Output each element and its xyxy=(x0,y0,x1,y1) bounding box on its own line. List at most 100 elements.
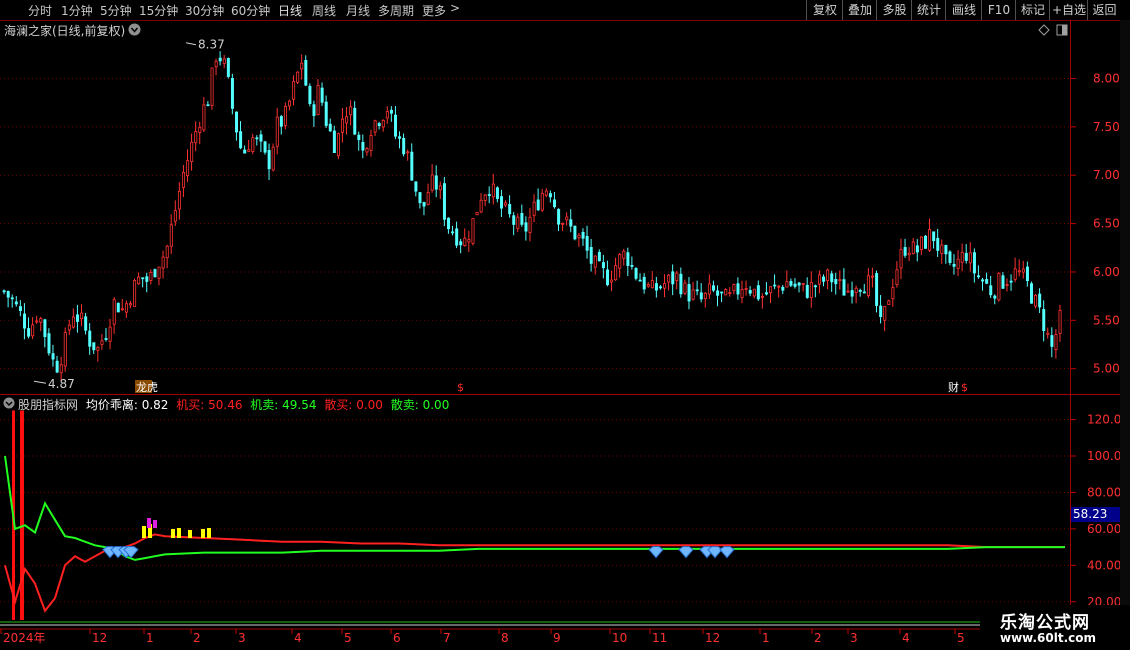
period-tab-daily[interactable]: 日线 xyxy=(278,2,302,19)
period-tab[interactable]: 60分钟 xyxy=(231,2,270,19)
candle-body xyxy=(35,320,39,323)
candle-body xyxy=(80,312,84,320)
current-value-box: 58.23 xyxy=(1071,507,1122,522)
high-pointer xyxy=(185,42,197,46)
toolbar-button[interactable]: 画线 xyxy=(945,0,982,20)
candle-body xyxy=(475,211,479,216)
candle-body xyxy=(145,276,149,282)
toolbar-button[interactable]: F10 xyxy=(981,0,1016,20)
indicator-line xyxy=(4,533,1065,613)
toolbar-button[interactable]: +自选 xyxy=(1049,0,1088,20)
period-tab[interactable]: 周线 xyxy=(312,2,336,19)
candle-body xyxy=(202,104,206,131)
candle-body xyxy=(573,225,577,240)
candle-body xyxy=(141,277,145,280)
candle-body xyxy=(720,291,724,294)
candle-body xyxy=(210,67,214,106)
candle-body xyxy=(883,306,887,321)
candle-body xyxy=(891,287,895,300)
period-tab[interactable]: 5分钟 xyxy=(100,2,132,19)
candle-body xyxy=(936,237,940,251)
candle-body xyxy=(977,275,981,278)
candle-body xyxy=(740,289,744,298)
candle-body xyxy=(606,269,610,286)
period-tab[interactable]: 多周期 xyxy=(378,2,414,19)
candle-body xyxy=(267,150,271,170)
candle-body xyxy=(6,291,10,298)
candle-body xyxy=(622,250,626,259)
candle-body xyxy=(483,194,487,201)
candle-body xyxy=(650,280,654,289)
toolbar-button[interactable]: 返回 xyxy=(1087,0,1121,20)
candle-body xyxy=(455,228,459,246)
signal-bar xyxy=(207,528,211,539)
toolbar-button[interactable]: 叠加 xyxy=(842,0,877,20)
candle-body xyxy=(553,199,557,208)
low-label: 4.87 xyxy=(48,377,75,391)
candle-body xyxy=(528,216,532,234)
period-tab[interactable]: 分时 xyxy=(28,2,52,19)
candle-body xyxy=(459,241,463,246)
period-tab[interactable]: 30分钟 xyxy=(185,2,224,19)
date-tick-label: 1 xyxy=(762,631,770,645)
toolbar-button[interactable]: 多股 xyxy=(876,0,912,20)
candle-body xyxy=(561,222,565,225)
candle-body xyxy=(614,265,618,281)
candle-body xyxy=(781,286,785,291)
candle-body xyxy=(394,114,398,137)
candle-body xyxy=(186,160,190,177)
candle-body xyxy=(1046,332,1050,335)
price-tick-label: 5.00 xyxy=(1093,362,1120,376)
toolbar-button[interactable]: 复权 xyxy=(806,0,843,20)
period-tab-more[interactable]: 更多 xyxy=(422,2,446,19)
candle-body xyxy=(687,284,691,302)
toolbar-button[interactable]: 统计 xyxy=(911,0,946,20)
candle-body xyxy=(801,283,805,285)
toolbar-button[interactable]: 标记 xyxy=(1015,0,1050,20)
candle-body xyxy=(854,287,858,293)
candlestick-chart[interactable]: 8.374.87 龙虎 $ 财 $ xyxy=(0,20,1070,395)
period-tab[interactable]: 1分钟 xyxy=(61,2,93,19)
candle-body xyxy=(744,288,748,290)
period-tab[interactable]: 15分钟 xyxy=(139,2,178,19)
candle-body xyxy=(112,299,116,325)
candle-body xyxy=(308,85,312,104)
chevron-right-icon[interactable]: > xyxy=(450,1,460,15)
candle-body xyxy=(377,123,381,127)
candle-body xyxy=(899,248,903,269)
candle-body xyxy=(255,137,259,140)
candle-body xyxy=(875,273,879,306)
candle-body xyxy=(316,85,320,116)
indicator-chart[interactable] xyxy=(0,395,1070,628)
candle-body xyxy=(336,133,340,157)
candle-body xyxy=(251,137,255,152)
candle-body xyxy=(765,292,769,295)
signal-bar xyxy=(177,528,181,539)
candle-body xyxy=(349,106,353,116)
candle-body xyxy=(137,276,141,285)
candle-body xyxy=(365,148,369,153)
candle-body xyxy=(451,231,455,234)
candle-body xyxy=(385,111,389,119)
signal-bar xyxy=(171,529,175,539)
candle-body xyxy=(177,190,181,210)
candle-body xyxy=(1021,268,1025,273)
date-tick-label: 10 xyxy=(612,631,627,645)
candle-body xyxy=(243,149,247,154)
candle-body xyxy=(997,272,1001,301)
date-tick-label: 2024年 xyxy=(3,631,46,645)
candle-body xyxy=(92,342,96,351)
date-tick-label: 12 xyxy=(705,631,720,645)
candle-body xyxy=(1050,335,1054,347)
candle-body xyxy=(597,252,601,262)
candle-body xyxy=(23,313,27,329)
candle-body xyxy=(777,285,781,288)
candle-body xyxy=(369,135,373,151)
date-tick-label: 2 xyxy=(814,631,822,645)
candle-body xyxy=(312,104,316,116)
period-tab[interactable]: 月线 xyxy=(346,2,370,19)
right-scroll-strip[interactable] xyxy=(1120,20,1130,650)
candle-body xyxy=(194,131,198,144)
candle-body xyxy=(748,290,752,294)
candle-body xyxy=(1025,266,1029,282)
